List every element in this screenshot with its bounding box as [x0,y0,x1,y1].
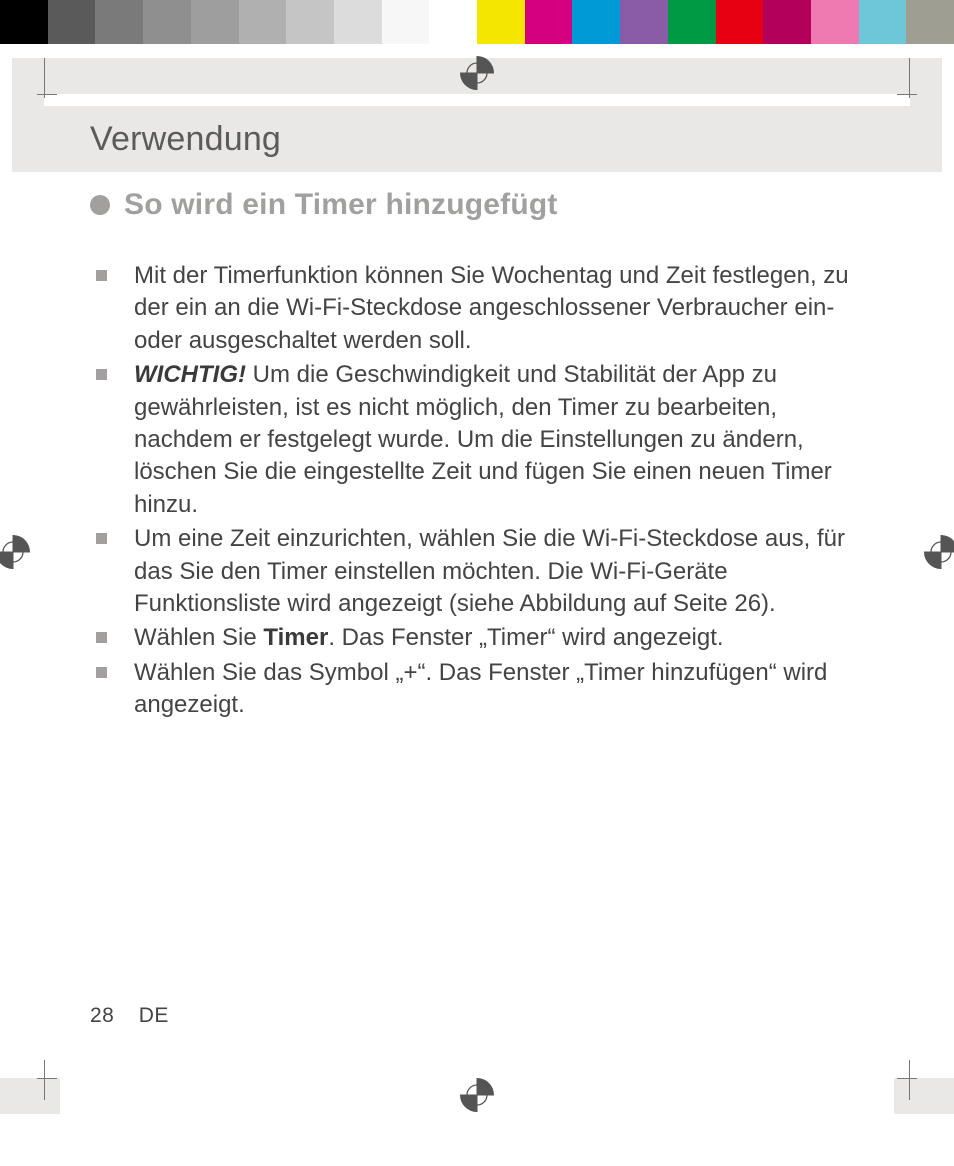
frame-strip-top-left [12,58,44,106]
subsection-heading: So wird ein Timer hinzugefügt [90,188,860,222]
cal-swatch [143,0,191,44]
page-number: 28 [90,1004,114,1027]
list-item-text: Wählen Sie das Symbol „+“. Das Fenster „… [134,659,827,718]
cal-swatch [811,0,859,44]
cal-swatch [48,0,96,44]
cal-gap [429,0,477,44]
crop-mark-top-left [44,58,56,98]
cal-swatch [0,0,48,44]
important-label: WICHTIG! [134,361,246,388]
cal-swatch [620,0,668,44]
cal-swatch [859,0,907,44]
list-item-text: Um eine Zeit einzurichten, wählen Sie di… [134,525,845,617]
cal-swatch [191,0,239,44]
cal-swatch [477,0,525,44]
cal-swatch [286,0,334,44]
cal-swatch [763,0,811,44]
cal-swatch [525,0,573,44]
list-item-text: Mit der Timerfunktion können Sie Wochent… [134,262,849,354]
list-item: Wählen Sie Timer. Das Fenster „Timer“ wi… [90,622,860,654]
list-item: Wählen Sie das Symbol „+“. Das Fenster „… [90,657,860,722]
page-footer: 28 DE [90,1004,169,1028]
cal-swatch [906,0,954,44]
registration-mark-icon [924,535,954,569]
cal-swatch [334,0,382,44]
subsection-title: So wird ein Timer hinzugefügt [124,188,558,222]
page-lang: DE [139,1004,169,1027]
cal-swatch [382,0,430,44]
cal-swatch [572,0,620,44]
bullet-list: Mit der Timerfunktion können Sie Wochent… [90,260,860,721]
section-header-band: Verwendung [12,106,942,172]
section-title: Verwendung [90,120,281,159]
list-item: Um eine Zeit einzurichten, wählen Sie di… [90,523,860,620]
frame-strip-top-right [910,58,942,106]
crop-mark-bottom-right [898,1060,910,1100]
list-item: Mit der Timerfunktion können Sie Wochent… [90,260,860,357]
registration-mark-icon [0,535,30,569]
list-item-pre: Wählen Sie [134,624,263,651]
registration-mark-icon [460,1078,494,1112]
cal-swatch [95,0,143,44]
registration-mark-icon [460,56,494,90]
bold-term: Timer [263,624,328,651]
page-content: So wird ein Timer hinzugefügt Mit der Ti… [90,188,860,723]
calibration-color-bar [0,0,954,44]
list-item: WICHTIG! Um die Geschwindigkeit und Stab… [90,359,860,521]
crop-mark-bottom-left [44,1060,56,1100]
crop-mark-top-right [898,58,910,98]
list-item-post: . Das Fenster „Timer“ wird angezeigt. [328,624,723,651]
cal-swatch [668,0,716,44]
cal-swatch [716,0,764,44]
bullet-dot-icon [90,195,110,215]
cal-swatch [239,0,287,44]
